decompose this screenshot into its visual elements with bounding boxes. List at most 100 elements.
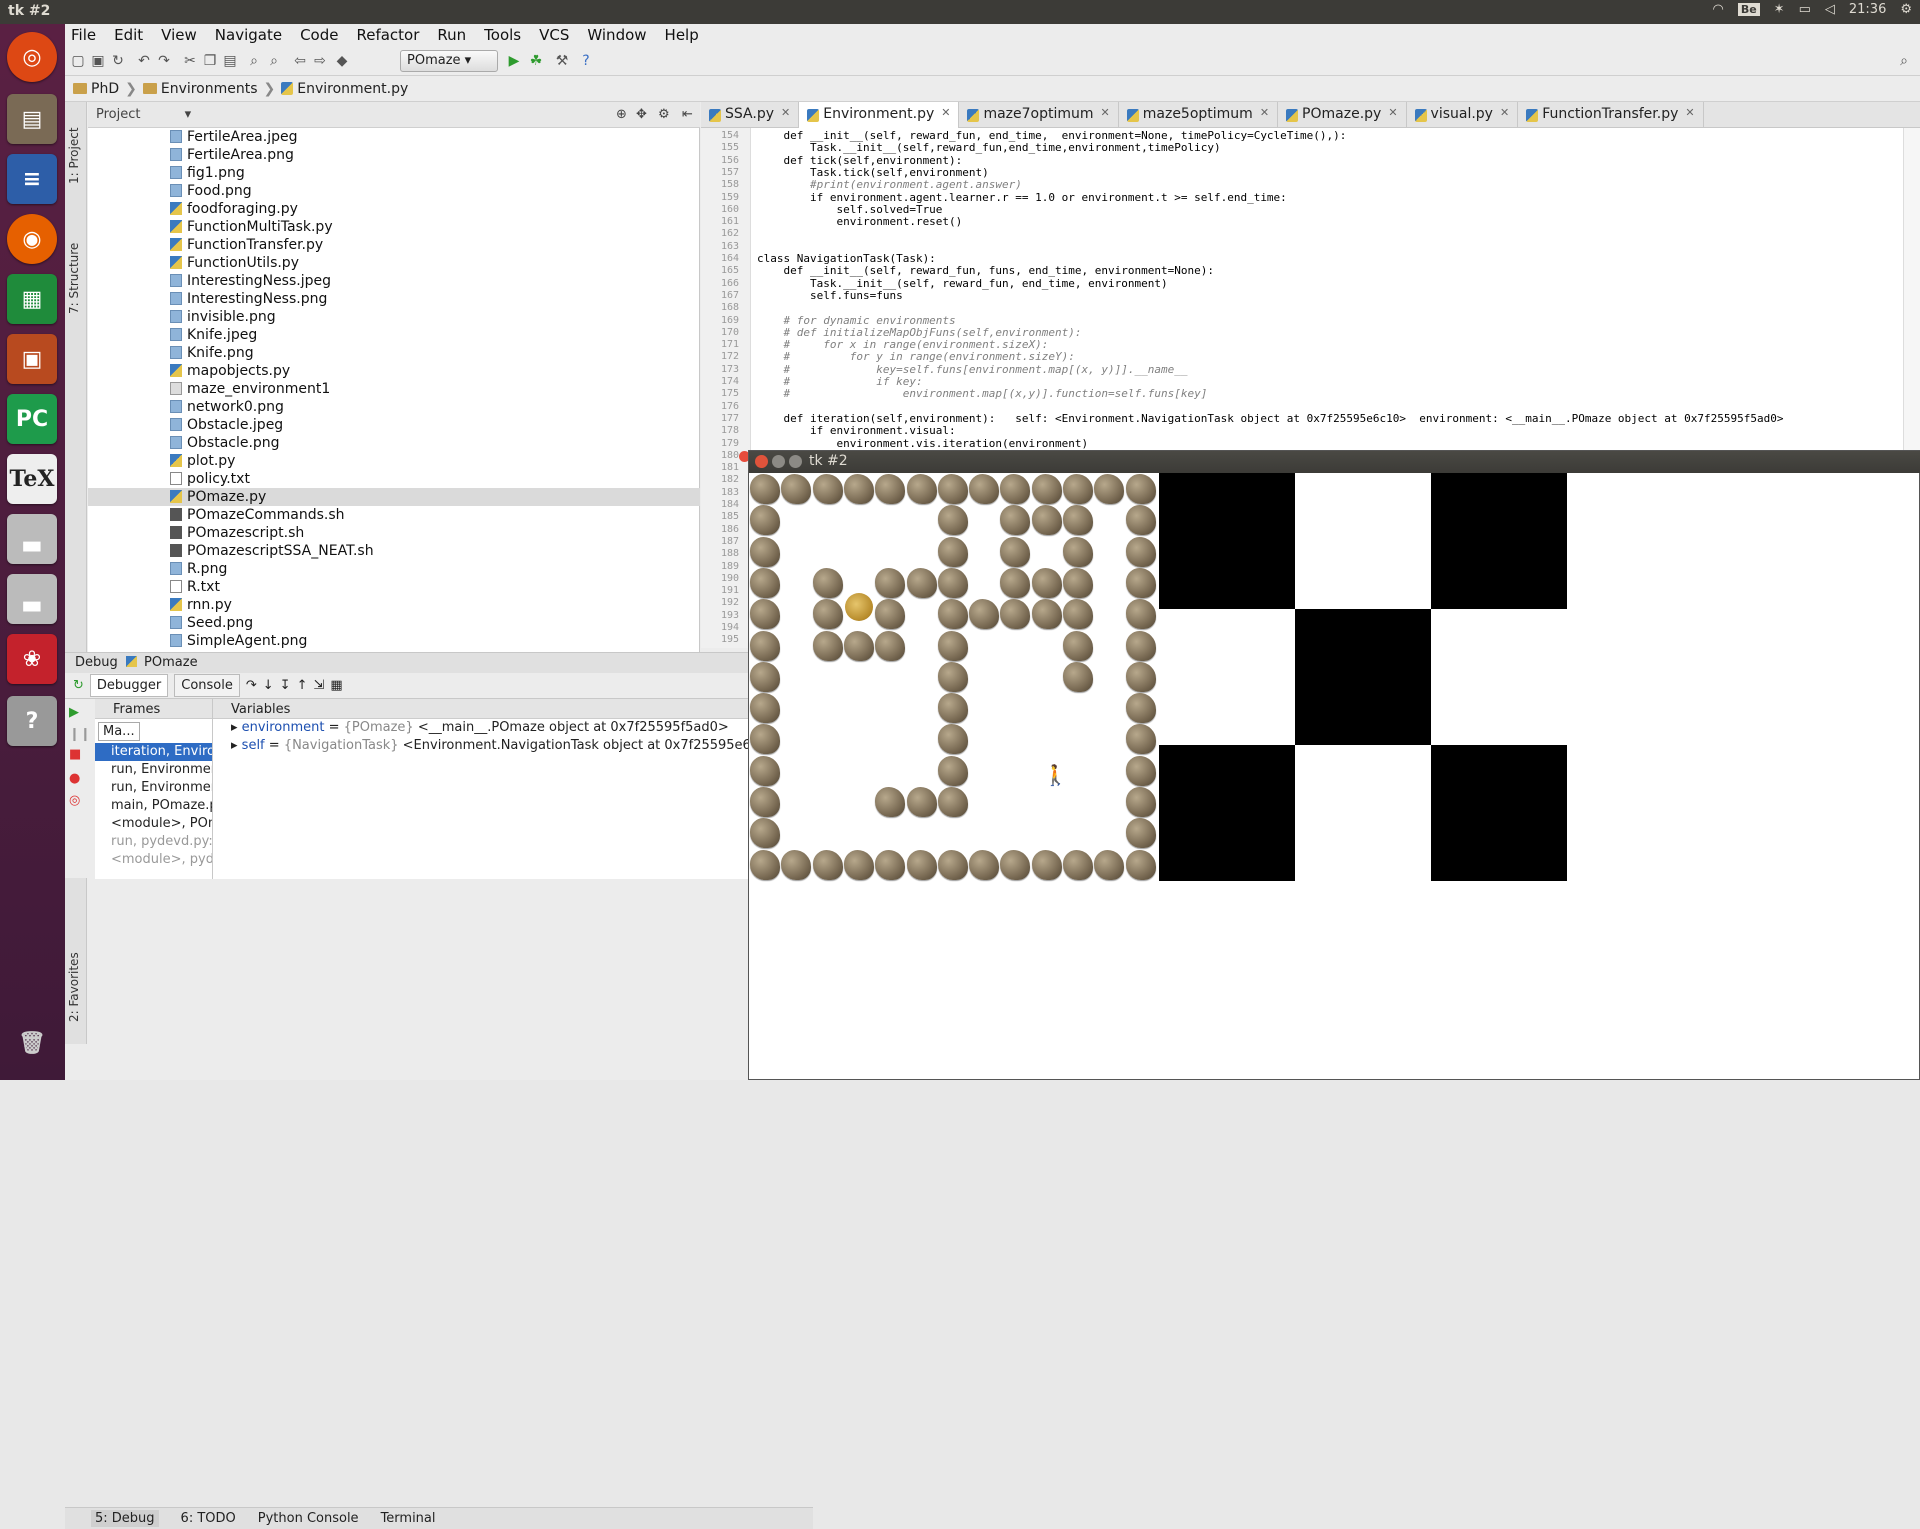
file-tree-item[interactable]: SimpleAgent.png <box>88 632 700 650</box>
run-config-dropdown[interactable]: POmaze ▾ <box>400 50 498 72</box>
menu-help[interactable]: Help <box>665 26 699 44</box>
mute-breakpoints-icon[interactable]: ◎ <box>69 793 80 808</box>
save-icon[interactable]: ▣ <box>89 52 107 70</box>
writer-icon[interactable]: ≡ <box>7 154 57 204</box>
menu-refactor[interactable]: Refactor <box>356 26 419 44</box>
paste-icon[interactable]: ▤ <box>221 52 239 70</box>
tool-tab-project[interactable]: 1: Project <box>67 127 81 184</box>
stack-frame[interactable]: <module>, pydevd <box>95 851 212 869</box>
drive-icon[interactable]: ▃ <box>7 574 57 624</box>
stack-frame[interactable]: main, POmaze.py: <box>95 797 212 815</box>
mendeley-icon[interactable]: ❀ <box>7 634 57 684</box>
wifi-icon[interactable]: ◠ <box>1712 2 1723 17</box>
file-tree-item[interactable]: FunctionTransfer.py <box>88 236 700 254</box>
editor-tab[interactable]: SSA.py ✕ <box>701 102 800 128</box>
rerun-icon[interactable]: ↻ <box>73 678 84 693</box>
redo-icon[interactable]: ↷ <box>155 52 173 70</box>
file-tree-item[interactable]: POmazeCommands.sh <box>88 506 700 524</box>
file-tree-item[interactable]: invisible.png <box>88 308 700 326</box>
gear-icon[interactable]: ⚙ <box>1900 2 1912 17</box>
stop-icon[interactable]: ■ <box>69 747 81 762</box>
impress-icon[interactable]: ▣ <box>7 334 57 384</box>
file-tree-item[interactable]: Knife.png <box>88 344 700 362</box>
tab-console[interactable]: Console <box>174 674 240 697</box>
help-icon[interactable]: ? <box>7 696 57 746</box>
calc-icon[interactable]: ▦ <box>7 274 57 324</box>
code-line[interactable]: #print(environment.agent.answer) <box>757 178 1022 191</box>
close-icon[interactable]: ✕ <box>781 106 790 119</box>
tool-tab-favorites[interactable]: 2: Favorites <box>67 952 81 1022</box>
file-tree-item[interactable]: policy.txt <box>88 470 700 488</box>
replace-icon[interactable]: ⌕ <box>265 52 283 70</box>
editor-tab[interactable]: Environment.py ✕ <box>799 102 960 128</box>
pycharm-icon[interactable]: PC <box>7 394 57 444</box>
drive-icon[interactable]: ▃ <box>7 514 57 564</box>
file-tree-item[interactable]: Knife.jpeg <box>88 326 700 344</box>
dash-icon[interactable]: ◎ <box>7 32 57 82</box>
settings-icon[interactable]: ⚒ <box>553 52 571 70</box>
run-icon[interactable]: ▶ <box>505 52 523 70</box>
open-icon[interactable]: ▢ <box>69 52 87 70</box>
file-tree-item[interactable]: fig1.png <box>88 164 700 182</box>
tex-icon[interactable]: TeX <box>7 454 57 504</box>
expand-icon[interactable]: ▸ <box>231 720 242 735</box>
run-to-cursor-icon[interactable]: ⇲ <box>314 678 325 693</box>
close-icon[interactable]: ✕ <box>1685 106 1694 119</box>
file-tree-item[interactable]: mapobjects.py <box>88 362 700 380</box>
code-line[interactable]: # for y in range(environment.sizeY): <box>757 351 1074 364</box>
close-icon[interactable] <box>755 455 768 468</box>
resume-icon[interactable]: ▶ <box>69 705 79 720</box>
expand-icon[interactable]: ▸ <box>231 738 242 753</box>
view-breakpoints-icon[interactable]: ● <box>69 771 80 786</box>
editor-tab[interactable]: POmaze.py ✕ <box>1278 102 1407 128</box>
variable-row[interactable]: ▸ self = {NavigationTask} <Environment.N… <box>213 737 813 755</box>
locate-icon[interactable]: ⊕ <box>616 107 627 122</box>
file-tree-item[interactable]: FertileArea.png <box>88 146 700 164</box>
find-icon[interactable]: ⌕ <box>245 52 263 70</box>
clock[interactable]: 21:36 <box>1849 2 1886 17</box>
file-tree-item[interactable]: FunctionUtils.py <box>88 254 700 272</box>
battery-icon[interactable]: ▭ <box>1799 2 1811 17</box>
file-tree-item[interactable]: plot.py <box>88 452 700 470</box>
stack-frame[interactable]: run, Environment <box>95 779 212 797</box>
menu-navigate[interactable]: Navigate <box>215 26 282 44</box>
trash-icon[interactable]: 🗑 <box>7 1018 57 1068</box>
file-tree-item[interactable]: Seed.png <box>88 614 700 632</box>
tool-tab-structure[interactable]: 7: Structure <box>67 243 81 314</box>
maximize-icon[interactable] <box>789 455 802 468</box>
file-tree-item[interactable]: InterestingNess.png <box>88 290 700 308</box>
file-tree-item[interactable]: POmaze.py <box>88 488 700 506</box>
gear-icon[interactable]: ⚙ <box>658 107 670 122</box>
file-tree-item[interactable]: POmazescript.sh <box>88 524 700 542</box>
copy-icon[interactable]: ❐ <box>201 52 219 70</box>
editor-tab[interactable]: visual.py ✕ <box>1407 102 1519 128</box>
chevron-down-icon[interactable]: ▾ <box>185 107 192 122</box>
file-tree-item[interactable]: Obstacle.png <box>88 434 700 452</box>
sound-icon[interactable]: ◁ <box>1825 2 1835 17</box>
editor-tab[interactable]: FunctionTransfer.py ✕ <box>1518 102 1704 128</box>
code-line[interactable]: if environment.agent.learner.r == 1.0 or… <box>757 191 1287 204</box>
menu-code[interactable]: Code <box>300 26 338 44</box>
file-tree-item[interactable]: rnn.py <box>88 596 700 614</box>
tool-tab-python-console[interactable]: Python Console <box>258 1511 359 1526</box>
minimize-icon[interactable] <box>772 455 785 468</box>
menu-edit[interactable]: Edit <box>114 26 143 44</box>
variable-row[interactable]: ▸ environment = {POmaze} <__main__.POmaz… <box>213 719 813 737</box>
file-tree-item[interactable]: FertileArea.jpeg <box>88 128 700 146</box>
code-line[interactable]: environment.vis.iteration(environment) <box>757 437 1088 450</box>
tool-tab-todo[interactable]: 6: TODO <box>181 1511 236 1526</box>
file-tree-item[interactable]: R.txt <box>88 578 700 596</box>
back-icon[interactable]: ⇦ <box>291 52 309 70</box>
menu-tools[interactable]: Tools <box>484 26 521 44</box>
firefox-icon[interactable]: ◉ <box>7 214 57 264</box>
tool-tab-debug[interactable]: 5: Debug <box>91 1510 159 1527</box>
file-tree-item[interactable]: InterestingNess.jpeg <box>88 272 700 290</box>
code-line[interactable]: if environment.visual: <box>757 424 956 437</box>
pause-icon[interactable]: ❙❙ <box>69 727 91 742</box>
stack-frame[interactable]: run, pydevd.py:97 <box>95 833 212 851</box>
help-icon[interactable]: ? <box>577 52 595 70</box>
hide-icon[interactable]: ⇤ <box>682 107 693 122</box>
sync-icon[interactable]: ↻ <box>109 52 127 70</box>
code-line[interactable]: environment.reset() <box>757 215 962 228</box>
file-tree-item[interactable]: POmazescriptSSA_NEAT.sh <box>88 542 700 560</box>
